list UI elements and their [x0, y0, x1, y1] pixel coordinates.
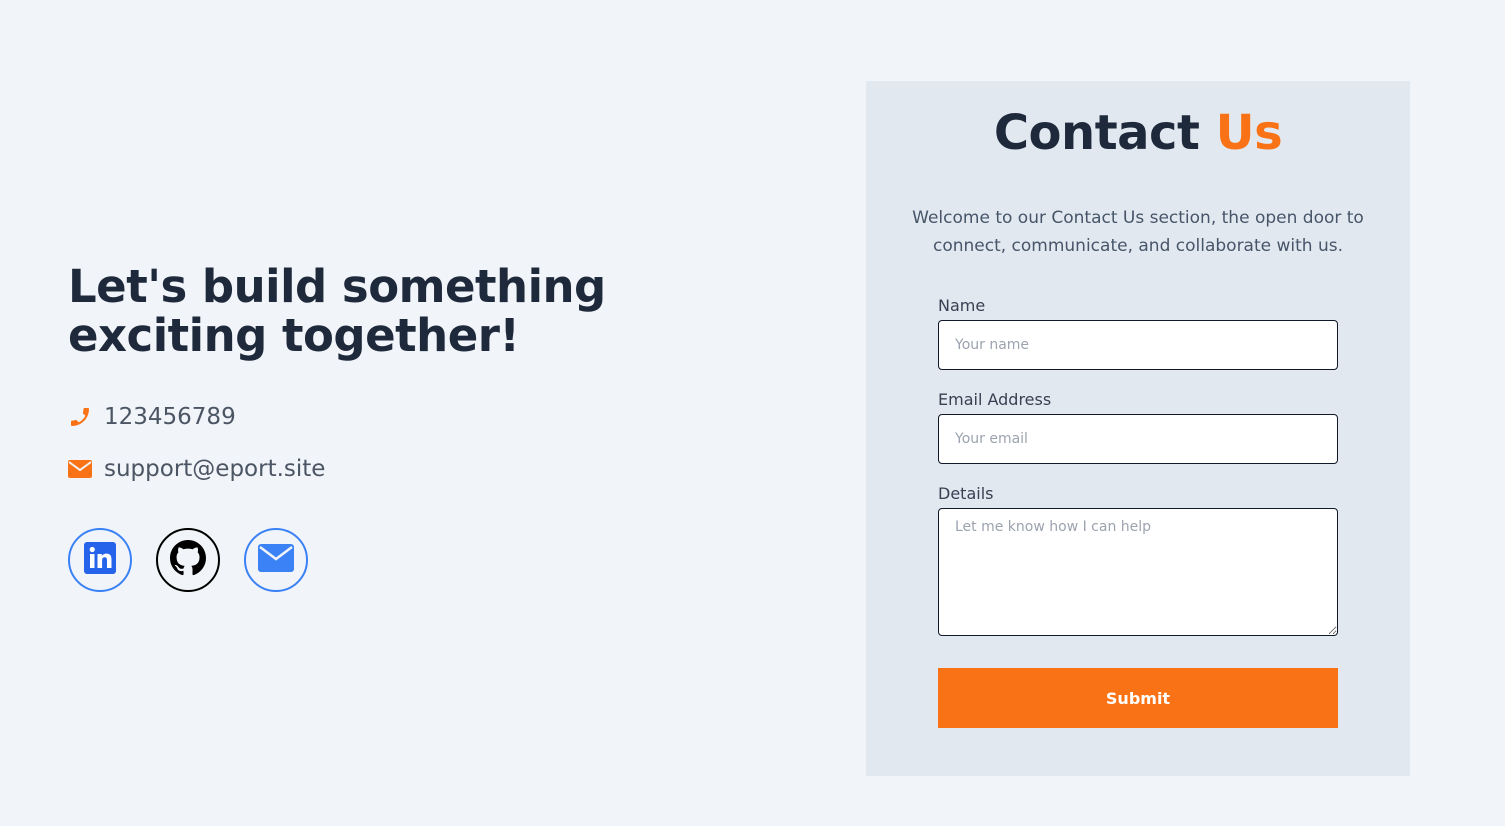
hero-section: Let's build something exciting together!…: [68, 262, 708, 592]
name-input[interactable]: [938, 320, 1338, 370]
email-address: support@eport.site: [104, 456, 326, 482]
contact-intro: Welcome to our Contact Us section, the o…: [912, 208, 1364, 256]
details-textarea[interactable]: [938, 508, 1338, 636]
submit-button[interactable]: Submit: [938, 668, 1338, 728]
details-label: Details: [938, 484, 994, 503]
linkedin-link[interactable]: [68, 528, 132, 592]
phone-row: 123456789: [68, 402, 708, 432]
email-link[interactable]: [244, 528, 308, 592]
email-row: support@eport.site: [68, 454, 708, 484]
contact-title-accent: Us: [1215, 105, 1283, 161]
hero-headline-line2: exciting together!: [68, 309, 520, 362]
hero-headline-line1: Let's build something: [68, 260, 606, 313]
contact-card: Contact Us Welcome to our Contact Us sec…: [866, 81, 1410, 776]
contact-title-main: Contact: [993, 105, 1200, 161]
contact-title: Contact Us: [866, 105, 1410, 161]
email-label: Email Address: [938, 390, 1052, 409]
social-links: [68, 528, 708, 592]
envelope-icon: [258, 543, 294, 577]
github-icon: [170, 539, 206, 581]
phone-icon: [68, 405, 92, 429]
linkedin-icon: [84, 541, 116, 579]
name-label: Name: [938, 296, 986, 315]
email-input[interactable]: [938, 414, 1338, 464]
envelope-icon: [68, 457, 92, 481]
github-link[interactable]: [156, 528, 220, 592]
hero-headline: Let's build something exciting together!: [68, 262, 708, 360]
phone-number: 123456789: [104, 404, 236, 430]
